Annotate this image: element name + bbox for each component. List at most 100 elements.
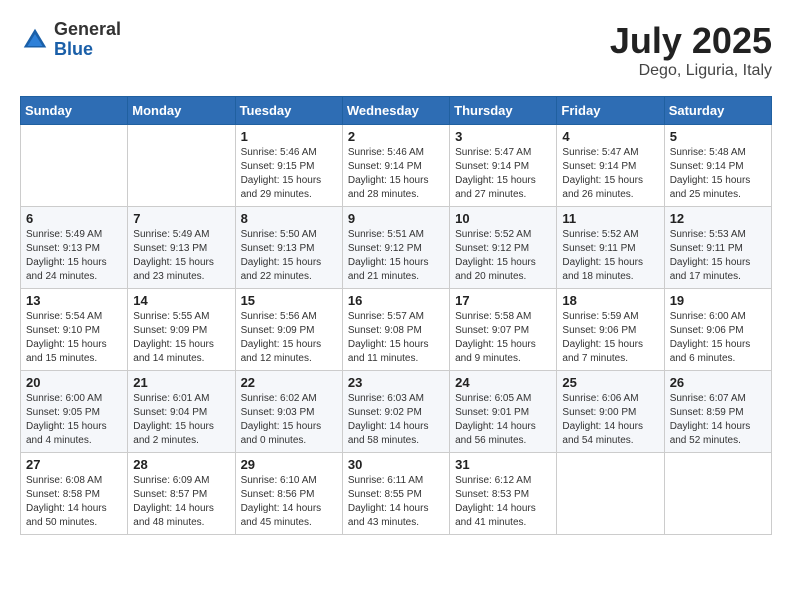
- day-number: 4: [562, 129, 658, 144]
- day-number: 1: [241, 129, 337, 144]
- calendar-cell: 26 Sunrise: 6:07 AM Sunset: 8:59 PM Dayli…: [664, 371, 771, 453]
- day-info: Sunrise: 5:47 AM Sunset: 9:14 PM Dayligh…: [562, 146, 658, 202]
- calendar-cell: [557, 453, 664, 535]
- day-number: 14: [133, 293, 229, 308]
- day-number: 18: [562, 293, 658, 308]
- day-info: Sunrise: 5:47 AM Sunset: 9:14 PM Dayligh…: [455, 146, 551, 202]
- day-number: 31: [455, 457, 551, 472]
- calendar-cell: [21, 125, 128, 207]
- calendar-cell: 22 Sunrise: 6:02 AM Sunset: 9:03 PM Dayli…: [235, 371, 342, 453]
- logo-icon: [20, 25, 50, 55]
- calendar-cell: 17 Sunrise: 5:58 AM Sunset: 9:07 PM Dayli…: [450, 289, 557, 371]
- day-info: Sunrise: 5:46 AM Sunset: 9:14 PM Dayligh…: [348, 146, 444, 202]
- day-number: 6: [26, 211, 122, 226]
- day-info: Sunrise: 6:01 AM Sunset: 9:04 PM Dayligh…: [133, 392, 229, 448]
- calendar-cell: 29 Sunrise: 6:10 AM Sunset: 8:56 PM Dayli…: [235, 453, 342, 535]
- calendar-week-4: 20Sunrise: 6:00 AM Sunset: 9:05 PM Dayli…: [21, 371, 772, 453]
- calendar-cell: 23 Sunrise: 6:03 AM Sunset: 9:02 PM Dayli…: [342, 371, 449, 453]
- day-info: Sunrise: 5:52 AM Sunset: 9:12 PM Dayligh…: [455, 228, 551, 284]
- day-number: 23: [348, 375, 444, 390]
- logo: General Blue: [20, 20, 121, 60]
- calendar-cell: 12 Sunrise: 5:53 AM Sunset: 9:11 PM Dayli…: [664, 207, 771, 289]
- day-info: Sunrise: 5:52 AM Sunset: 9:11 PM Dayligh…: [562, 228, 658, 284]
- calendar-cell: 21 Sunrise: 6:01 AM Sunset: 9:04 PM Dayli…: [128, 371, 235, 453]
- day-number: 15: [241, 293, 337, 308]
- calendar-cell: 28Sunrise: 6:09 AM Sunset: 8:57 PM Dayli…: [128, 453, 235, 535]
- day-number: 19: [670, 293, 766, 308]
- calendar-cell: 9 Sunrise: 5:51 AM Sunset: 9:12 PM Daylig…: [342, 207, 449, 289]
- calendar-week-2: 6 Sunrise: 5:49 AM Sunset: 9:13 PM Daylig…: [21, 207, 772, 289]
- weekday-header-saturday: Saturday: [664, 97, 771, 125]
- day-info: Sunrise: 5:53 AM Sunset: 9:11 PM Dayligh…: [670, 228, 766, 284]
- weekday-header-sunday: Sunday: [21, 97, 128, 125]
- day-info: Sunrise: 5:50 AM Sunset: 9:13 PM Dayligh…: [241, 228, 337, 284]
- weekday-header-wednesday: Wednesday: [342, 97, 449, 125]
- calendar-cell: 18 Sunrise: 5:59 AM Sunset: 9:06 PM Dayli…: [557, 289, 664, 371]
- day-info: Sunrise: 6:11 AM Sunset: 8:55 PM Dayligh…: [348, 474, 444, 530]
- calendar-cell: 30 Sunrise: 6:11 AM Sunset: 8:55 PM Dayli…: [342, 453, 449, 535]
- day-number: 26: [670, 375, 766, 390]
- day-info: Sunrise: 5:51 AM Sunset: 9:12 PM Dayligh…: [348, 228, 444, 284]
- logo-blue: Blue: [54, 40, 121, 60]
- day-info: Sunrise: 6:06 AM Sunset: 9:00 PM Dayligh…: [562, 392, 658, 448]
- day-info: Sunrise: 5:55 AM Sunset: 9:09 PM Dayligh…: [133, 310, 229, 366]
- calendar-cell: 19 Sunrise: 6:00 AM Sunset: 9:06 PM Dayli…: [664, 289, 771, 371]
- day-number: 22: [241, 375, 337, 390]
- day-info: Sunrise: 5:49 AM Sunset: 9:13 PM Dayligh…: [26, 228, 122, 284]
- day-number: 13: [26, 293, 122, 308]
- day-number: 10: [455, 211, 551, 226]
- day-number: 16: [348, 293, 444, 308]
- day-info: Sunrise: 6:09 AM Sunset: 8:57 PM Dayligh…: [133, 474, 229, 530]
- calendar-cell: 8 Sunrise: 5:50 AM Sunset: 9:13 PM Daylig…: [235, 207, 342, 289]
- day-info: Sunrise: 5:54 AM Sunset: 9:10 PM Dayligh…: [26, 310, 122, 366]
- day-number: 24: [455, 375, 551, 390]
- page-header: General Blue July 2025 Dego, Liguria, It…: [20, 20, 772, 80]
- day-number: 30: [348, 457, 444, 472]
- day-number: 7: [133, 211, 229, 226]
- day-info: Sunrise: 6:10 AM Sunset: 8:56 PM Dayligh…: [241, 474, 337, 530]
- day-info: Sunrise: 6:12 AM Sunset: 8:53 PM Dayligh…: [455, 474, 551, 530]
- day-number: 2: [348, 129, 444, 144]
- weekday-header-tuesday: Tuesday: [235, 97, 342, 125]
- day-number: 21: [133, 375, 229, 390]
- calendar-cell: 10 Sunrise: 5:52 AM Sunset: 9:12 PM Dayli…: [450, 207, 557, 289]
- day-info: Sunrise: 5:58 AM Sunset: 9:07 PM Dayligh…: [455, 310, 551, 366]
- day-number: 29: [241, 457, 337, 472]
- day-number: 27: [26, 457, 122, 472]
- day-info: Sunrise: 5:56 AM Sunset: 9:09 PM Dayligh…: [241, 310, 337, 366]
- day-info: Sunrise: 6:07 AM Sunset: 8:59 PM Dayligh…: [670, 392, 766, 448]
- calendar-week-5: 27Sunrise: 6:08 AM Sunset: 8:58 PM Dayli…: [21, 453, 772, 535]
- logo-text: General Blue: [54, 20, 121, 60]
- day-number: 5: [670, 129, 766, 144]
- calendar-table: SundayMondayTuesdayWednesdayThursdayFrid…: [20, 96, 772, 535]
- day-info: Sunrise: 6:05 AM Sunset: 9:01 PM Dayligh…: [455, 392, 551, 448]
- subtitle: Dego, Liguria, Italy: [610, 62, 772, 80]
- weekday-header-friday: Friday: [557, 97, 664, 125]
- day-info: Sunrise: 5:46 AM Sunset: 9:15 PM Dayligh…: [241, 146, 337, 202]
- day-number: 25: [562, 375, 658, 390]
- calendar-cell: 2 Sunrise: 5:46 AM Sunset: 9:14 PM Daylig…: [342, 125, 449, 207]
- calendar-cell: 15 Sunrise: 5:56 AM Sunset: 9:09 PM Dayli…: [235, 289, 342, 371]
- calendar-cell: [128, 125, 235, 207]
- calendar-cell: 1 Sunrise: 5:46 AM Sunset: 9:15 PM Daylig…: [235, 125, 342, 207]
- day-number: 8: [241, 211, 337, 226]
- day-info: Sunrise: 6:03 AM Sunset: 9:02 PM Dayligh…: [348, 392, 444, 448]
- calendar-cell: 6 Sunrise: 5:49 AM Sunset: 9:13 PM Daylig…: [21, 207, 128, 289]
- calendar-cell: 25 Sunrise: 6:06 AM Sunset: 9:00 PM Dayli…: [557, 371, 664, 453]
- day-info: Sunrise: 5:59 AM Sunset: 9:06 PM Dayligh…: [562, 310, 658, 366]
- day-number: 17: [455, 293, 551, 308]
- day-info: Sunrise: 6:00 AM Sunset: 9:06 PM Dayligh…: [670, 310, 766, 366]
- calendar-cell: [664, 453, 771, 535]
- day-info: Sunrise: 6:02 AM Sunset: 9:03 PM Dayligh…: [241, 392, 337, 448]
- day-info: Sunrise: 6:00 AM Sunset: 9:05 PM Dayligh…: [26, 392, 122, 448]
- calendar-cell: 4 Sunrise: 5:47 AM Sunset: 9:14 PM Daylig…: [557, 125, 664, 207]
- calendar-cell: 5Sunrise: 5:48 AM Sunset: 9:14 PM Daylig…: [664, 125, 771, 207]
- calendar-week-3: 13 Sunrise: 5:54 AM Sunset: 9:10 PM Dayli…: [21, 289, 772, 371]
- calendar-cell: 14 Sunrise: 5:55 AM Sunset: 9:09 PM Dayli…: [128, 289, 235, 371]
- day-number: 12: [670, 211, 766, 226]
- title-block: July 2025 Dego, Liguria, Italy: [610, 20, 772, 80]
- day-number: 9: [348, 211, 444, 226]
- weekday-header-row: SundayMondayTuesdayWednesdayThursdayFrid…: [21, 97, 772, 125]
- calendar-cell: 20Sunrise: 6:00 AM Sunset: 9:05 PM Dayli…: [21, 371, 128, 453]
- day-number: 11: [562, 211, 658, 226]
